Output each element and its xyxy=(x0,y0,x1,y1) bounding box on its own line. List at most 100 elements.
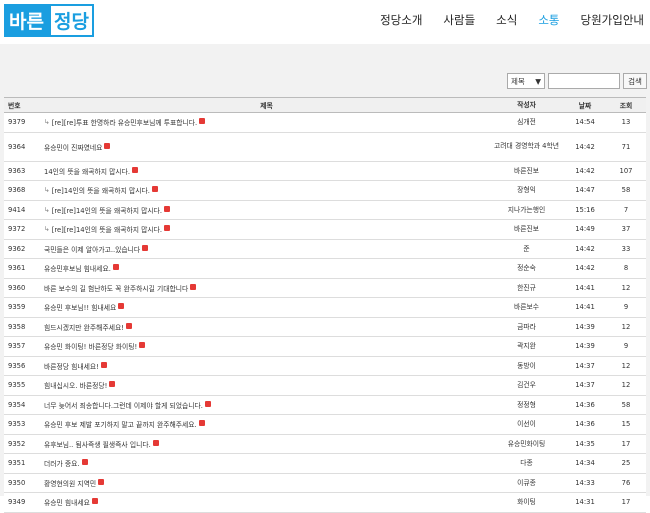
post-title-link[interactable]: 더러가 중요. xyxy=(44,458,80,468)
post-title-link[interactable]: 유승민이 진짜였네요 xyxy=(44,142,102,152)
header-views: 조회 xyxy=(619,102,633,110)
new-post-icon xyxy=(125,322,132,329)
post-title-link[interactable]: [re][re]14인의 뜻을 왜곡하지 맙시다. xyxy=(52,224,162,234)
row-date: 14:36 xyxy=(575,420,595,429)
nav-item-4[interactable]: 당원가입안내 xyxy=(581,12,644,28)
reply-arrow-icon: ↳ xyxy=(44,118,50,127)
table-row[interactable]: 9353 유승민 후보 제발 포기하지 말고 끝까지 완주해주세요. 이선이 14:3… xyxy=(4,415,646,435)
post-title-link[interactable]: 힘내십시오. 바른정당! xyxy=(44,380,107,390)
row-number: 9362 xyxy=(8,244,26,253)
table-row[interactable]: 9414 ↳ [re][re]14인의 뜻을 왜곡하지 맙시다. 지나가는행인 15:1… xyxy=(4,201,646,220)
row-author: 곽지완 xyxy=(517,342,536,351)
row-views: 17 xyxy=(621,439,631,448)
post-title-link[interactable]: 유승민 화이팅! 바른정당 화이팅! xyxy=(44,341,137,351)
row-number: 9353 xyxy=(8,420,26,429)
site-logo[interactable]: 바른 정당 xyxy=(4,4,94,37)
row-author: 심개전 xyxy=(517,118,536,127)
table-row[interactable]: 9357 유승민 화이팅! 바른정당 화이팅! 곽지완 14:39 9 xyxy=(4,337,646,357)
row-number: 9363 xyxy=(8,166,26,175)
table-row[interactable]: 9350 황영현의원 지역민 이큐종 14:33 76 xyxy=(4,474,646,493)
post-title-link[interactable]: 유승민후보님 힘내세요. xyxy=(44,263,111,273)
row-views: 58 xyxy=(621,186,631,195)
reply-arrow-icon: ↳ xyxy=(44,225,50,234)
board-table: 번호 제목 작성자 날짜 조회 9379 ↳ [re][re]투표 한명하라 유승민… xyxy=(4,97,646,513)
row-title-cell: 유승민 후보님!! 힘내세요 xyxy=(44,302,489,312)
table-row[interactable]: 9361 유승민후보님 힘내세요. 정순숙 14:42 8 xyxy=(4,259,646,279)
search-field-value: 제목 xyxy=(511,76,525,86)
post-title-link[interactable]: 너무 늦어서 죄송합니다.그런데 이제야 할게 되었습니다. xyxy=(44,400,203,410)
row-author: 다종 xyxy=(520,459,533,468)
row-title-cell: 유승민 화이팅! 바른정당 화이팅! xyxy=(44,341,489,351)
table-row[interactable]: 9372 ↳ [re][re]14인의 뜻을 왜곡하지 맙시다. 바른진보 14:49 3… xyxy=(4,220,646,240)
new-post-icon xyxy=(152,439,159,446)
post-title-link[interactable]: [re]14인의 뜻을 왜곡하지 맙시다. xyxy=(52,185,150,195)
logo-part1: 바른 xyxy=(4,4,49,37)
post-title-link[interactable]: 유승민 힘내세요 xyxy=(44,497,90,507)
post-title-link[interactable]: 유승민 후보 제발 포기하지 말고 끝까지 완주해주세요. xyxy=(44,419,197,429)
nav-item-1[interactable]: 사람들 xyxy=(443,12,475,28)
post-title-link[interactable]: 유후보님.. 됨사즉생 필생즉사 입니다. xyxy=(44,439,151,449)
new-post-icon xyxy=(164,205,171,212)
row-date: 14:42 xyxy=(575,264,595,273)
reply-arrow-icon: ↳ xyxy=(44,186,50,195)
chevron-down-icon: ▼ xyxy=(535,76,541,86)
post-title-link[interactable]: 힘드시겠지만 완주해주세요! xyxy=(44,322,124,332)
row-number: 9355 xyxy=(8,381,26,390)
search-button[interactable]: 검색 xyxy=(623,73,647,89)
nav-item-0[interactable]: 정당소개 xyxy=(380,12,422,28)
table-row[interactable]: 9368 ↳ [re]14인의 뜻을 왜곡하지 맙시다. 장형익 14:47 58 xyxy=(4,181,646,201)
table-row[interactable]: 9356 바른정당 힘내세요! 동방이 14:37 12 xyxy=(4,357,646,376)
row-date: 14:42 xyxy=(575,142,595,151)
nav-item-3[interactable]: 소통 xyxy=(538,12,559,28)
row-author: 지나가는행인 xyxy=(507,205,546,214)
row-title-cell: ↳ [re][re]14인의 뜻을 왜곡하지 맙시다. xyxy=(44,224,489,234)
row-author: 김건우 xyxy=(517,381,536,390)
new-post-icon xyxy=(204,400,211,407)
post-title-link[interactable]: [re][re]투표 한명하라 유승민후보님께 투표합니다. xyxy=(52,117,197,127)
post-title-link[interactable]: 황영현의원 지역민 xyxy=(44,478,96,488)
header-no: 번호 xyxy=(8,102,21,110)
row-author: 이선이 xyxy=(517,420,536,429)
new-post-icon xyxy=(81,459,88,466)
header-author: 작성자 xyxy=(517,100,536,109)
post-title-link[interactable]: 바른정당 힘내세요! xyxy=(44,361,99,371)
search-field-select[interactable]: 제목 ▼ xyxy=(507,73,545,89)
row-date: 14:49 xyxy=(575,225,595,234)
table-row[interactable]: 9355 힘내십시오. 바른정당! 김건우 14:37 12 xyxy=(4,376,646,396)
reply-arrow-icon: ↳ xyxy=(44,205,50,214)
row-title-cell: ↳ [re]14인의 뜻을 왜곡하지 맙시다. xyxy=(44,185,489,195)
table-row[interactable]: 9379 ↳ [re][re]투표 한명하라 유승민후보님께 투표합니다. 심개전 14… xyxy=(4,113,646,133)
row-views: 33 xyxy=(621,244,631,253)
table-row[interactable]: 9362 국민들은 이제 알아가고..있습니다 준 14:42 33 xyxy=(4,240,646,259)
row-date: 14:33 xyxy=(575,478,595,487)
row-date: 14:39 xyxy=(575,342,595,351)
table-row[interactable]: 9363 14인의 뜻을 왜곡하지 맙시다. 바른진보 14:42 107 xyxy=(4,162,646,181)
row-views: 7 xyxy=(623,205,629,214)
row-date: 14:54 xyxy=(575,118,595,127)
post-title-link[interactable]: 바른 보수의 길 험난하도 꼭 완주하시길 기대합니다 xyxy=(44,283,188,293)
row-views: 17 xyxy=(621,498,631,507)
table-row[interactable]: 9354 너무 늦어서 죄송합니다.그런데 이제야 할게 되었습니다. 정정형 14:… xyxy=(4,396,646,415)
new-post-icon xyxy=(98,478,105,485)
post-title-link[interactable]: [re][re]14인의 뜻을 왜곡하지 맙시다. xyxy=(52,205,162,215)
row-number: 9352 xyxy=(8,439,26,448)
row-title-cell: 유승민후보님 힘내세요. xyxy=(44,263,489,273)
nav-item-2[interactable]: 소식 xyxy=(496,12,517,28)
table-row[interactable]: 9360 바른 보수의 길 험난하도 꼭 완주하시길 기대합니다 한진규 14:41 1… xyxy=(4,279,646,298)
table-row[interactable]: 9364 유승민이 진짜였네요 고려대 경영학과 4학년 14:42 71 xyxy=(4,133,646,162)
row-number: 9414 xyxy=(8,205,26,214)
post-title-link[interactable]: 14인의 뜻을 왜곡하지 맙시다. xyxy=(44,166,130,176)
table-row[interactable]: 9359 유승민 후보님!! 힘내세요 바른보수 14:41 9 xyxy=(4,298,646,318)
post-title-link[interactable]: 유승민 후보님!! 힘내세요 xyxy=(44,302,116,312)
row-date: 14:37 xyxy=(575,361,595,370)
post-title-link[interactable]: 국민들은 이제 알아가고..있습니다 xyxy=(44,244,140,254)
table-row[interactable]: 9352 유후보님.. 됨사즉생 필생즉사 입니다. 유승민화이팅 14:35 17 xyxy=(4,435,646,454)
row-views: 12 xyxy=(621,361,631,370)
table-row[interactable]: 9358 힘드시겠지만 완주해주세요! 금파라 14:39 12 xyxy=(4,318,646,337)
table-row[interactable]: 9351 더러가 중요. 다종 14:34 25 xyxy=(4,454,646,474)
row-title-cell: 유승민 후보 제발 포기하지 말고 끝까지 완주해주세요. xyxy=(44,419,489,429)
search-input[interactable] xyxy=(548,73,620,89)
row-date: 14:31 xyxy=(575,498,595,507)
row-author: 유승민화이팅 xyxy=(507,439,546,448)
row-date: 14:37 xyxy=(575,381,595,390)
